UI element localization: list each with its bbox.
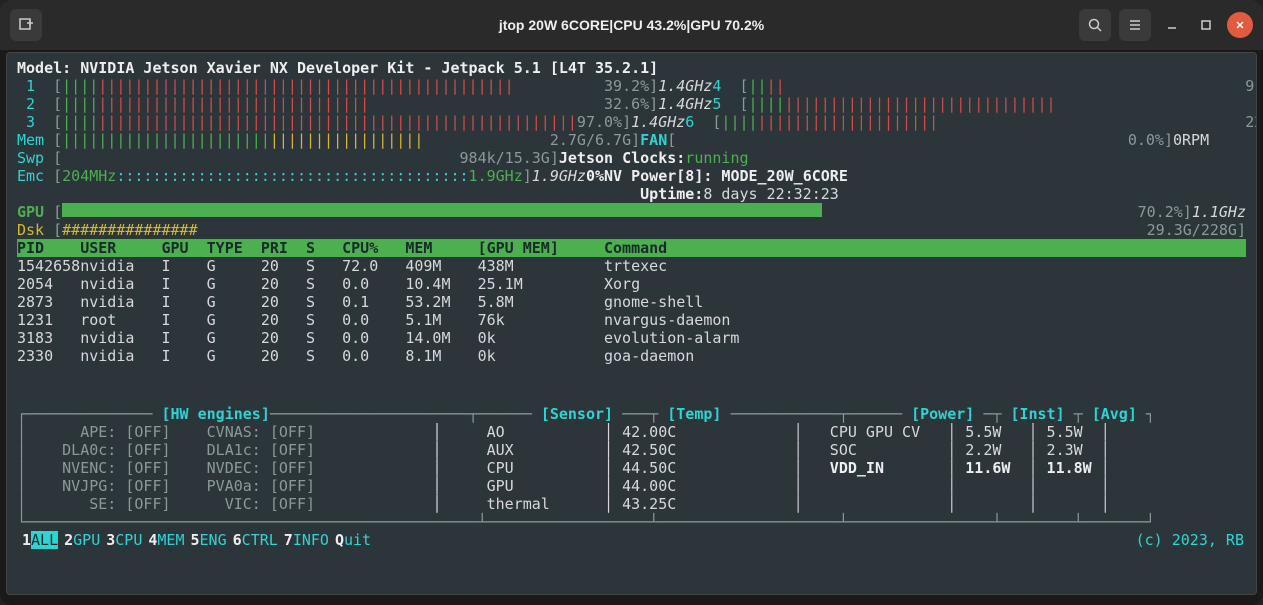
maximize-button[interactable]	[1193, 12, 1219, 38]
gpu-bar	[62, 203, 822, 217]
panel-row: │ APE: [OFF] CVNAS: [OFF] │ AO │ 42.00C …	[17, 423, 1246, 441]
gpu-row: GPU [70.2%] 1.1GHz	[17, 203, 1246, 221]
model-line: Model: NVIDIA Jetson Xavier NX Developer…	[17, 59, 658, 77]
cpu-row-3-6: 3 [|||||||||||||||||||||||||||||||||||||…	[17, 113, 1246, 131]
titlebar: jtop 20W 6CORE|CPU 43.2%|GPU 70.2%	[0, 0, 1263, 50]
nav-bar: 1ALL2GPU3CPU4MEM5ENG6CTRL7INFOQuit (c) 2…	[17, 531, 1246, 549]
process-table: 1542658nvidia I G 20 S 72.0 409M 438M tr…	[17, 257, 1246, 365]
window-title: jtop 20W 6CORE|CPU 43.2%|GPU 70.2%	[499, 16, 764, 34]
search-button[interactable]	[1079, 9, 1111, 41]
process-row: 2054 nvidia I G 20 S 0.0 10.4M 25.1M Xor…	[17, 275, 1246, 293]
nav-item-ctrl[interactable]: 6CTRL	[230, 531, 281, 549]
process-row: 1542658nvidia I G 20 S 72.0 409M 438M tr…	[17, 257, 1246, 275]
new-tab-button[interactable]	[10, 9, 42, 41]
panel-row: │ DLA0c: [OFF] DLA1c: [OFF] │ AUX │ 42.5…	[17, 441, 1246, 459]
uptime-row: Uptime: 8 days 22:32:23	[17, 185, 1246, 203]
proc-header: PID USER GPU TYPE PRI S CPU% MEM [GPU ME…	[17, 239, 1246, 257]
cpu-row-1-4: 1 [|||||||||||||||||||||||||||||||||||||…	[17, 77, 1246, 95]
process-row: 2873 nvidia I G 20 S 0.1 53.2M 5.8M gnom…	[17, 293, 1246, 311]
copyright: (c) 2023, RB	[1136, 531, 1244, 549]
process-row: 3183 nvidia I G 20 S 0.0 14.0M 0k evolut…	[17, 329, 1246, 347]
nav-item-cpu[interactable]: 3CPU	[103, 531, 145, 549]
terminal-window: jtop 20W 6CORE|CPU 43.2%|GPU 70.2% Model…	[0, 0, 1263, 605]
cpu-row-2-5: 2 [|||||||||||||||||||||||||||||||||| 32…	[17, 95, 1246, 113]
nav-item-uit[interactable]: Quit	[332, 531, 374, 549]
nav-item-all[interactable]: 1ALL	[19, 531, 61, 549]
process-row: 1231 root I G 20 S 0.0 5.1M 76k nvargus-…	[17, 311, 1246, 329]
nav-item-eng[interactable]: 5ENG	[188, 531, 230, 549]
footer-panels: ┌────────────── [HW engines]────────────…	[17, 405, 1246, 531]
panel-row: │ NVJPG: [OFF] PVA0a: [OFF] │ GPU │ 44.0…	[17, 477, 1246, 495]
close-button[interactable]	[1227, 12, 1253, 38]
panel-row: │ SE: [OFF] VIC: [OFF] │ thermal │ 43.25…	[17, 495, 1246, 513]
terminal-content[interactable]: Model: NVIDIA Jetson Xavier NX Developer…	[6, 52, 1257, 595]
mem-row: Mem [|||||||||||||||||||||||||||||||||||…	[17, 131, 1246, 149]
emc-row: Emc [204MHz:::::::::::::::::::::::::::::…	[17, 167, 1246, 185]
minimize-button[interactable]	[1159, 12, 1185, 38]
nav-item-gpu[interactable]: 2GPU	[61, 531, 103, 549]
dsk-row: Dsk [###############29.3G/228G]	[17, 221, 1246, 239]
nav-item-info[interactable]: 7INFO	[281, 531, 332, 549]
menu-button[interactable]	[1119, 9, 1151, 41]
nav-item-mem[interactable]: 4MEM	[145, 531, 187, 549]
swp-row: Swp [ 984k/15.3G] Jetson Clocks: running	[17, 149, 1246, 167]
panel-border-top: ┌────────────── [HW engines]────────────…	[17, 405, 1246, 423]
process-row: 2330 nvidia I G 20 S 0.0 8.1M 0k goa-dae…	[17, 347, 1246, 365]
panel-border-bottom: └───────────────────────────────────────…	[17, 513, 1246, 531]
panel-row: │ NVENC: [OFF] NVDEC: [OFF] │ CPU │ 44.5…	[17, 459, 1246, 477]
